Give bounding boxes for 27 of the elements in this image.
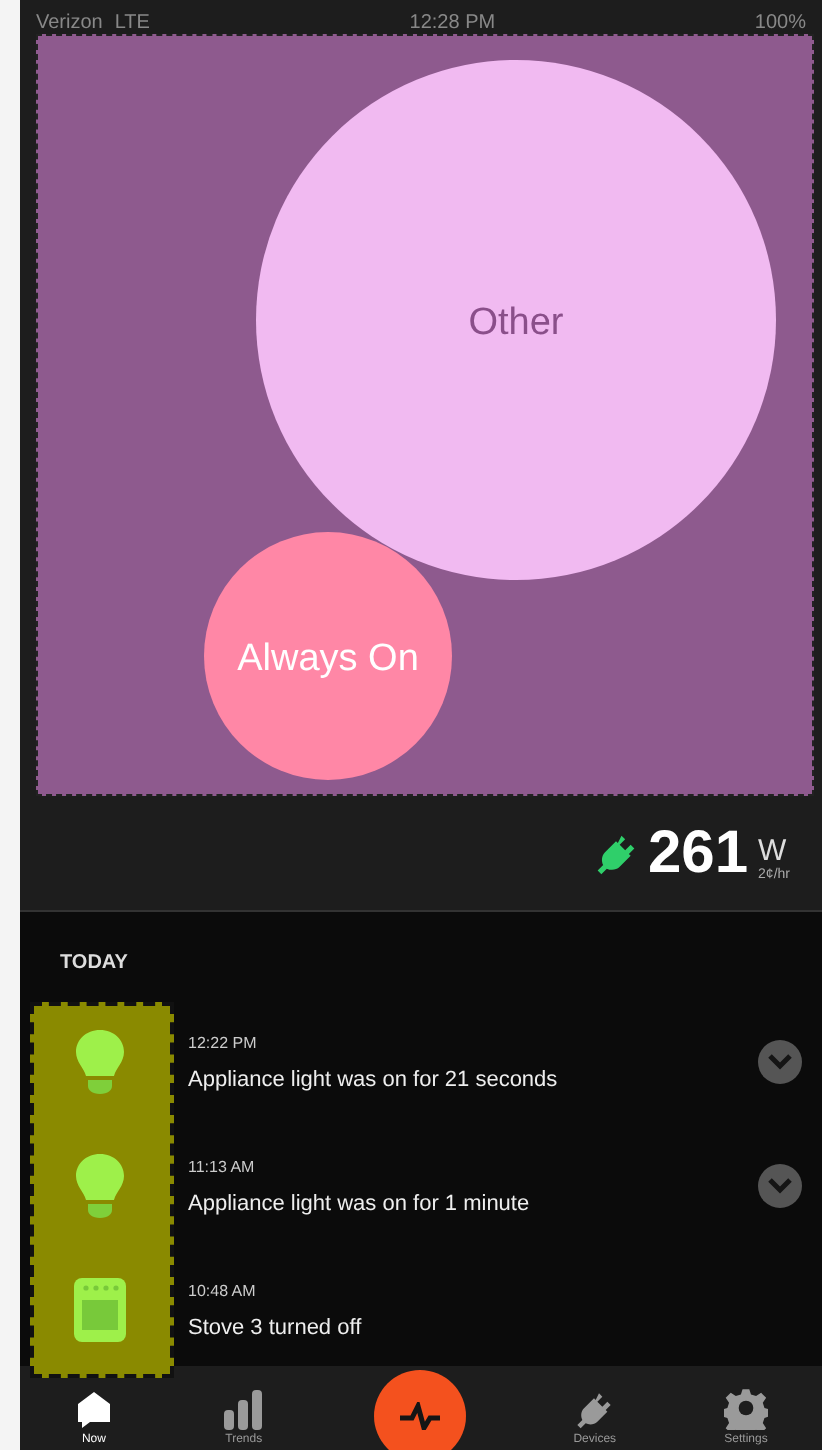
plug-icon <box>593 831 638 875</box>
light-bulb-icon <box>74 1028 126 1096</box>
network-text: LTE <box>114 14 150 34</box>
event-time: 12:22 PM <box>188 1033 259 1051</box>
expand-button[interactable] <box>758 1164 802 1208</box>
light-bulb-icon <box>74 1152 126 1220</box>
section-heading: TODAY <box>58 950 130 978</box>
power-value: 261 <box>647 819 749 887</box>
bubble-label: Always On <box>237 638 419 680</box>
bubble-label: Other <box>468 302 564 344</box>
event-time: 10:48 AM <box>188 1281 258 1299</box>
chevron-down-icon <box>768 1054 792 1070</box>
status-time: 12:28 PM <box>409 14 496 34</box>
event-description: Appliance light was on for 1 minute <box>188 1191 532 1215</box>
activity-button[interactable] <box>373 1370 466 1450</box>
chevron-down-icon <box>768 1178 792 1194</box>
stove-icon <box>74 1278 126 1342</box>
power-unit: W <box>758 833 789 867</box>
usage-bubble[interactable] <box>204 532 452 780</box>
event-description: Stove 3 turned off <box>188 1315 364 1339</box>
event-description: Appliance light was on for 21 seconds <box>188 1067 560 1091</box>
battery-text: 100% <box>754 14 806 34</box>
expand-button[interactable] <box>758 1040 802 1084</box>
event-time: 11:13 AM <box>188 1157 257 1175</box>
usage-bubble[interactable] <box>256 60 776 580</box>
pulse-icon <box>397 1402 442 1430</box>
carrier-text: Verizon <box>36 14 103 34</box>
